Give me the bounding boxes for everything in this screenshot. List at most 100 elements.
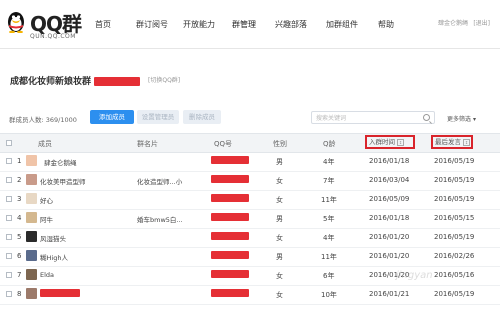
redacted-qq-number	[211, 213, 249, 221]
join-time: 2016/01/21	[369, 290, 410, 298]
gender: 女	[276, 234, 283, 242]
row-checkbox[interactable]	[6, 291, 12, 297]
gender: 女	[276, 196, 283, 204]
redacted-qq-number	[211, 156, 249, 164]
watermark: jingyan	[396, 270, 433, 281]
switch-group-link[interactable]: [切换QQ群]	[148, 75, 180, 84]
more-filter-label: 更多筛选	[447, 116, 472, 123]
table-row[interactable]: 4 阿牛 婚车bmw5白... 男 5年 2016/01/18 2016/05/…	[0, 209, 500, 229]
last-message-time: 2016/05/15	[434, 214, 475, 222]
qq-age: 11年	[321, 253, 337, 261]
qq-age: 11年	[321, 196, 337, 204]
more-filter-dropdown[interactable]: 更多筛选 ▾	[447, 114, 476, 123]
last-message-time: 2016/05/19	[434, 233, 475, 241]
header-join-time[interactable]: 入群时间 ↕	[365, 135, 415, 149]
row-checkbox[interactable]	[6, 177, 12, 183]
member-name[interactable]: 糊High人	[40, 252, 68, 262]
avatar	[26, 250, 37, 261]
avatar	[26, 269, 37, 280]
current-user-name[interactable]: 肆金仑鹅绳	[438, 18, 468, 27]
last-message-time: 2016/05/19	[434, 157, 475, 165]
search-placeholder: 搜索关键词	[316, 115, 347, 122]
redacted-qq-number	[211, 270, 249, 278]
qq-age: 10年	[321, 291, 337, 299]
row-number: 5	[17, 233, 22, 241]
chevron-down-icon: ▾	[472, 116, 476, 123]
join-time: 2016/01/20	[369, 233, 410, 241]
header-last-message-label: 最后发言	[435, 138, 461, 146]
join-time: 2016/01/20	[369, 252, 410, 260]
avatar	[26, 212, 37, 223]
qq-group-logo[interactable]: QQ群 QUN.QQ.COM	[6, 6, 96, 42]
table-row[interactable]: 3 好心 女 11年 2016/05/09 2016/05/19	[0, 190, 500, 210]
logout-link[interactable]: [退出]	[473, 18, 490, 27]
header-qage: Q龄	[323, 140, 336, 148]
group-card: 婚车bmw5白...	[137, 216, 183, 224]
nav-home[interactable]: 首页	[95, 19, 111, 30]
qq-age: 6年	[323, 272, 335, 280]
penguin-logo-icon	[8, 12, 24, 33]
redacted-qq-number	[211, 232, 249, 240]
gender: 女	[276, 272, 283, 280]
row-checkbox[interactable]	[6, 158, 12, 164]
member-name[interactable]: Elda	[40, 271, 54, 279]
nav-interest-tribe[interactable]: 兴趣部落	[275, 19, 307, 30]
table-row[interactable]: 8 女 10年 2016/01/21 2016/05/19	[0, 285, 500, 305]
select-all-checkbox[interactable]	[6, 140, 12, 146]
gender: 男	[276, 158, 283, 166]
header-join-time-label: 入群时间	[369, 138, 395, 146]
table-row[interactable]: 2 化妆美甲造型师 化妆造型师...小 女 7年 2016/03/04 2016…	[0, 171, 500, 191]
search-input[interactable]: 搜索关键词	[311, 111, 435, 124]
row-number: 2	[17, 176, 22, 184]
avatar	[26, 231, 37, 242]
nav-group-subscription[interactable]: 群订阅号	[136, 19, 168, 30]
join-time: 2016/05/09	[369, 195, 410, 203]
avatar	[26, 174, 37, 185]
avatar	[26, 288, 37, 299]
header-last-message[interactable]: 最后发言 ↕	[431, 135, 473, 149]
member-name[interactable]: 好心	[40, 195, 53, 205]
row-checkbox[interactable]	[6, 196, 12, 202]
delete-member-button[interactable]: 删除成员	[183, 110, 221, 124]
header-gender: 性别	[273, 140, 287, 148]
row-number: 7	[17, 271, 22, 279]
redacted-member-name	[40, 289, 80, 297]
nav-group-management[interactable]: 群管理	[232, 19, 256, 30]
join-time: 2016/01/18	[369, 157, 410, 165]
qq-age: 5年	[323, 215, 335, 223]
top-navigation-bar: QQ群 QUN.QQ.COM 首页 群订阅号 开放能力 群管理 兴趣部落 加群组…	[0, 0, 500, 49]
row-number: 8	[17, 290, 22, 298]
table-row[interactable]: 6 糊High人 男 11年 2016/01/20 2016/02/26	[0, 247, 500, 267]
table-row[interactable]: 5 风湿猫头 女 4年 2016/01/20 2016/05/19	[0, 228, 500, 248]
redaction-block	[94, 77, 141, 86]
nav-group-widget[interactable]: 加群组件	[326, 19, 358, 30]
nav-help[interactable]: 帮助	[378, 19, 394, 30]
set-admin-button[interactable]: 设置管理员	[137, 110, 179, 124]
member-name[interactable]: 化妆美甲造型师	[40, 176, 86, 186]
header-card: 群名片	[137, 140, 158, 148]
table-row[interactable]: 1 肆金仑鹅绳 男 4年 2016/01/18 2016/05/19	[0, 152, 500, 172]
last-message-time: 2016/05/16	[434, 271, 475, 279]
last-message-time: 2016/05/19	[434, 176, 475, 184]
search-icon[interactable]	[423, 114, 430, 121]
add-member-button[interactable]: 添加成员	[90, 110, 134, 124]
last-message-time: 2016/05/19	[434, 195, 475, 203]
row-checkbox[interactable]	[6, 215, 12, 221]
member-name[interactable]: 肆金仑鹅绳	[44, 157, 77, 167]
row-number: 6	[17, 252, 22, 260]
gender: 男	[276, 215, 283, 223]
gender: 女	[276, 291, 283, 299]
row-checkbox[interactable]	[6, 234, 12, 240]
member-name[interactable]: 风湿猫头	[40, 233, 66, 243]
row-checkbox[interactable]	[6, 253, 12, 259]
header-member: 成员	[38, 140, 52, 148]
nav-open-capability[interactable]: 开放能力	[183, 19, 215, 30]
sort-icon: ↕	[463, 138, 470, 146]
member-count: 群成员人数: 369/1000	[9, 116, 77, 124]
gender: 女	[276, 177, 283, 185]
row-number: 1	[17, 157, 22, 165]
row-number: 4	[17, 214, 22, 222]
row-checkbox[interactable]	[6, 272, 12, 278]
member-name[interactable]: 阿牛	[40, 214, 53, 224]
group-name: 成都化妆师新娘妆群	[10, 74, 141, 87]
